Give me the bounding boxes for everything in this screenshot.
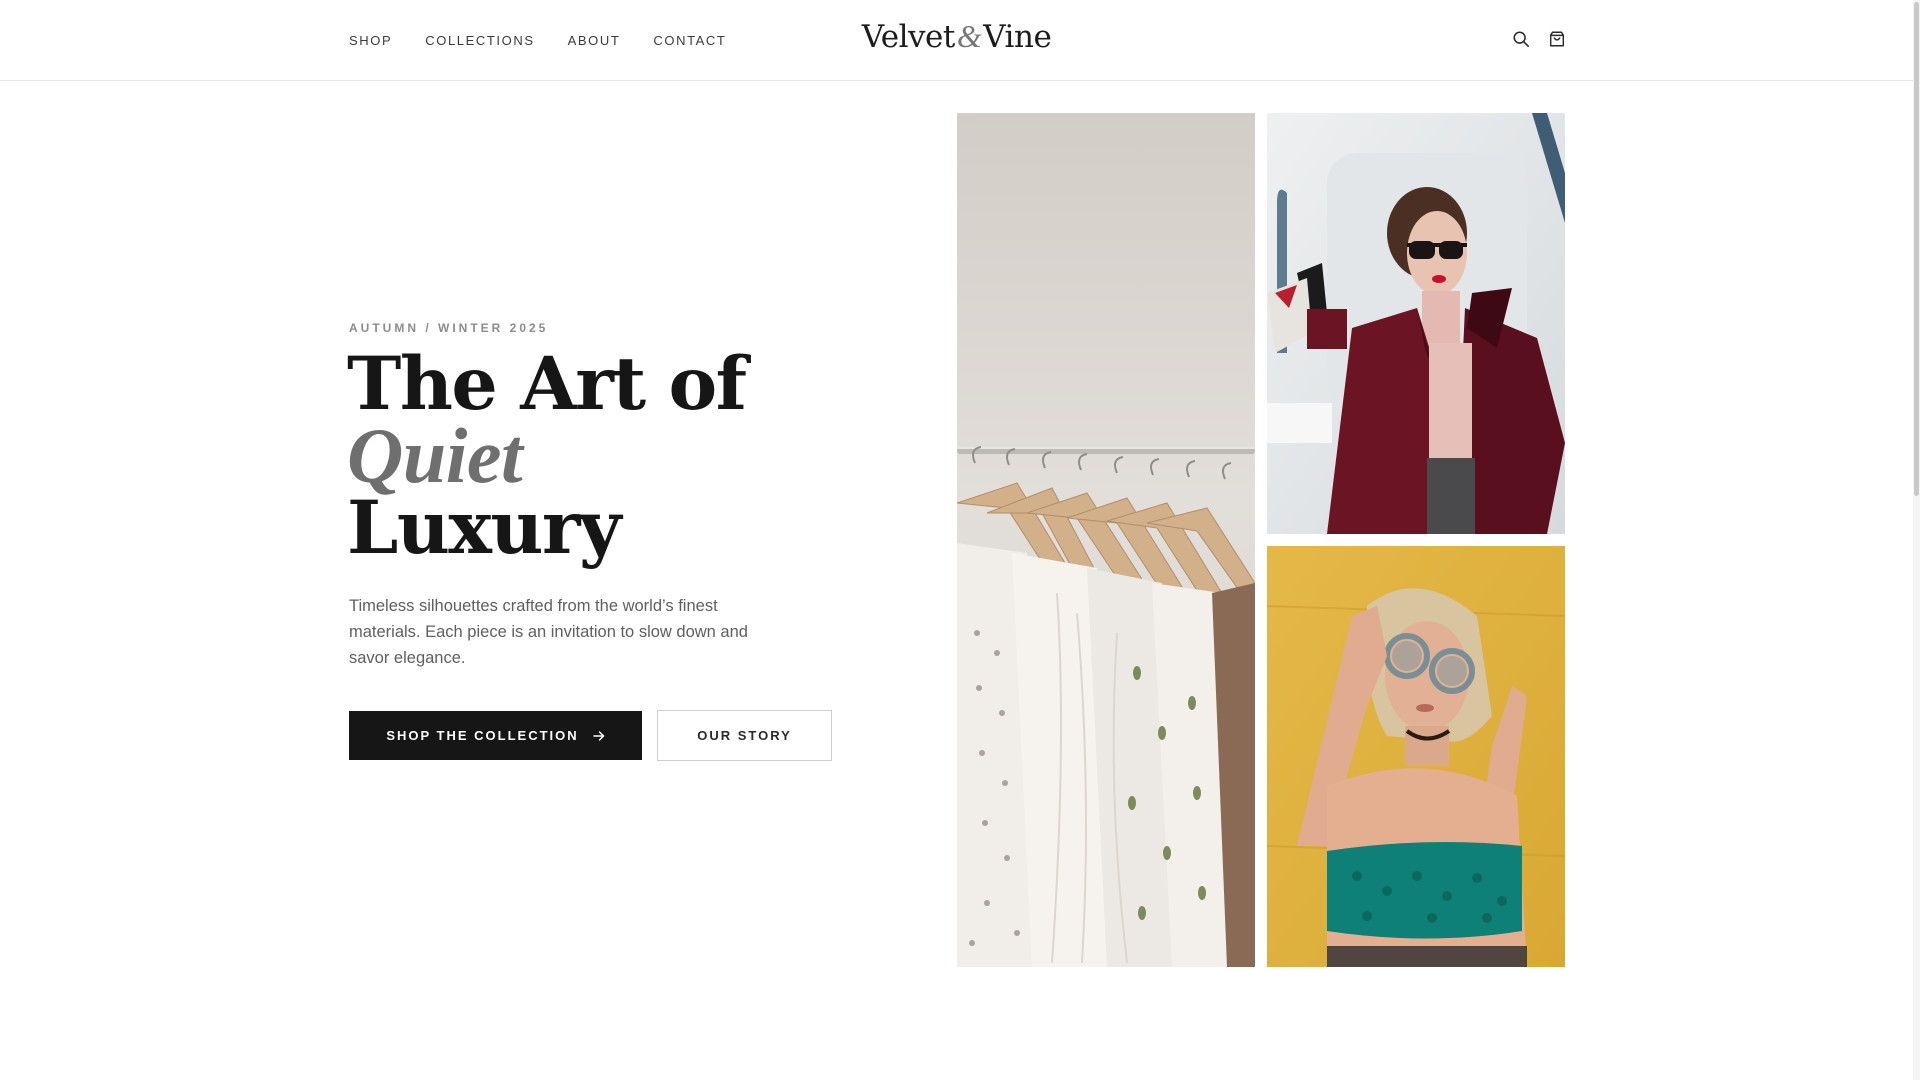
brand-logo[interactable]: Velvet&Vine bbox=[0, 18, 1913, 55]
model-round-glasses-photo bbox=[1267, 546, 1565, 967]
brand-ampersand: & bbox=[956, 18, 982, 54]
site-header: SHOP COLLECTIONS ABOUT CONTACT Velvet&Vi… bbox=[0, 0, 1920, 81]
shop-collection-label: SHOP THE COLLECTION bbox=[386, 728, 579, 743]
brand-name-first: Velvet bbox=[861, 19, 956, 55]
search-icon[interactable] bbox=[1512, 30, 1530, 48]
headline-line-1: The Art of bbox=[347, 341, 747, 427]
shop-collection-button[interactable]: SHOP THE COLLECTION bbox=[349, 711, 642, 760]
header-actions bbox=[1512, 30, 1566, 48]
brand-name-second: Vine bbox=[983, 19, 1052, 55]
our-story-button[interactable]: OUR STORY bbox=[657, 710, 832, 761]
arrow-right-icon bbox=[592, 730, 604, 741]
headline-accent-word: Quiet bbox=[347, 412, 523, 499]
season-eyebrow: AUTUMN / WINTER 2025 bbox=[349, 321, 549, 335]
clothing-rack-photo bbox=[957, 113, 1255, 967]
hero-headline: The Art of Quiet Luxury bbox=[347, 341, 747, 571]
hero-description: Timeless silhouettes crafted from the wo… bbox=[349, 597, 748, 667]
headline-line-3: Luxury bbox=[347, 485, 621, 571]
shopping-bag-icon[interactable] bbox=[1548, 30, 1566, 48]
page-scrollbar[interactable] bbox=[1913, 0, 1920, 1080]
model-burgundy-coat-photo bbox=[1267, 113, 1565, 534]
scrollbar-thumb[interactable] bbox=[1914, 2, 1919, 496]
